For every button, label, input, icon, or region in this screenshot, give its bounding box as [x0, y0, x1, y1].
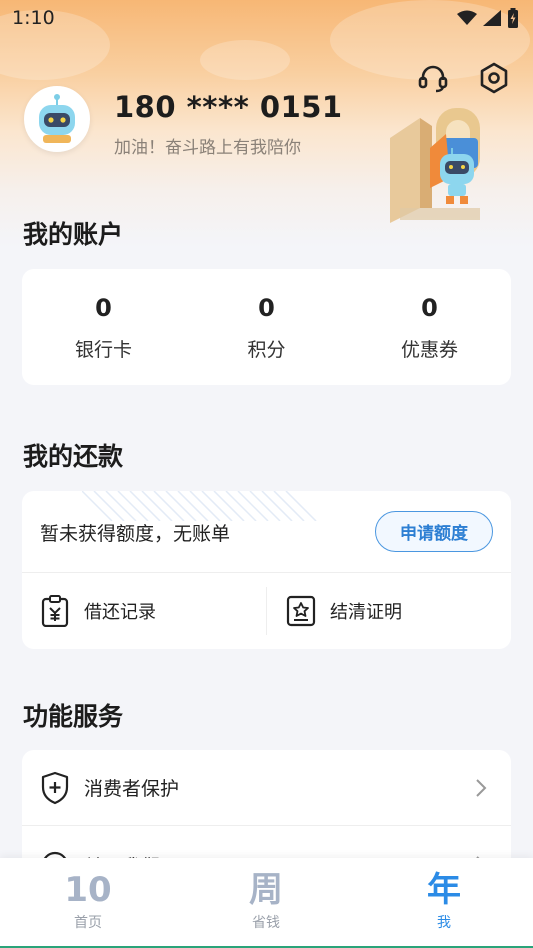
repayment-section-title: 我的还款	[23, 442, 124, 471]
account-card: 0 银行卡 0 积分 0 优惠券	[22, 269, 511, 385]
chevron-right-icon	[476, 778, 487, 797]
tab-save-money-label: 省钱	[252, 915, 280, 931]
repayment-card: 暂未获得额度，无账单 申请额度 借还记录 结清证明	[22, 491, 511, 649]
tab-home-icon: 10	[64, 870, 112, 910]
bank-card-label: 银行卡	[74, 338, 132, 361]
bottom-tab-bar: 10 首页 周 省钱 年 我	[0, 858, 533, 948]
certificate-icon	[286, 595, 316, 627]
tab-save-money[interactable]: 周 省钱	[206, 870, 326, 932]
account-section-title: 我的账户	[23, 220, 124, 249]
wifi-icon	[457, 10, 477, 25]
tab-home[interactable]: 10 首页	[28, 870, 148, 932]
robot-avatar-icon	[39, 94, 75, 143]
status-time: 1:10	[12, 7, 55, 29]
points-entry[interactable]: 0 积分	[185, 269, 348, 385]
battery-icon	[508, 8, 518, 28]
tab-save-money-icon: 周	[249, 870, 283, 910]
tab-me-icon: 年	[427, 870, 461, 910]
consumer-protection-row[interactable]: 消费者保护	[22, 750, 511, 826]
anniversary-mascot-illustration	[390, 108, 480, 223]
repayment-summary: 暂未获得额度，无账单 申请额度	[22, 491, 511, 573]
status-icons	[457, 8, 519, 28]
borrow-repay-record-label: 借还记录	[84, 602, 156, 623]
profile-slogan: 加油！奋斗路上有我陪你	[114, 138, 301, 158]
services-section-title: 功能服务	[23, 702, 124, 731]
coupon-count: 0	[421, 293, 438, 322]
tab-me-label: 我	[437, 915, 451, 931]
borrow-repay-record-link[interactable]: 借还记录	[40, 573, 266, 649]
status-bar: 1:10	[0, 0, 533, 36]
tab-me[interactable]: 年 我	[384, 870, 504, 932]
points-label: 积分	[247, 338, 286, 361]
shield-plus-icon	[41, 771, 69, 804]
decorative-stripes	[82, 491, 317, 521]
repayment-status-text: 暂未获得额度，无账单	[40, 523, 231, 545]
bank-card-entry[interactable]: 0 银行卡	[22, 269, 185, 385]
points-count: 0	[258, 293, 275, 322]
bank-card-count: 0	[95, 293, 112, 322]
consumer-protection-label: 消费者保护	[84, 778, 180, 800]
phone-number: 180 **** 0151	[114, 90, 343, 124]
repayment-divider	[266, 587, 267, 635]
yuan-clipboard-icon	[41, 595, 69, 627]
settlement-certificate-link[interactable]: 结清证明	[286, 573, 511, 649]
signal-icon	[483, 10, 501, 26]
avatar[interactable]	[24, 86, 90, 152]
coupon-entry[interactable]: 0 优惠券	[348, 269, 511, 385]
settlement-certificate-label: 结清证明	[330, 602, 402, 623]
apply-credit-button[interactable]: 申请额度	[375, 511, 493, 552]
tab-home-label: 首页	[74, 915, 102, 931]
coupon-label: 优惠券	[400, 338, 458, 361]
